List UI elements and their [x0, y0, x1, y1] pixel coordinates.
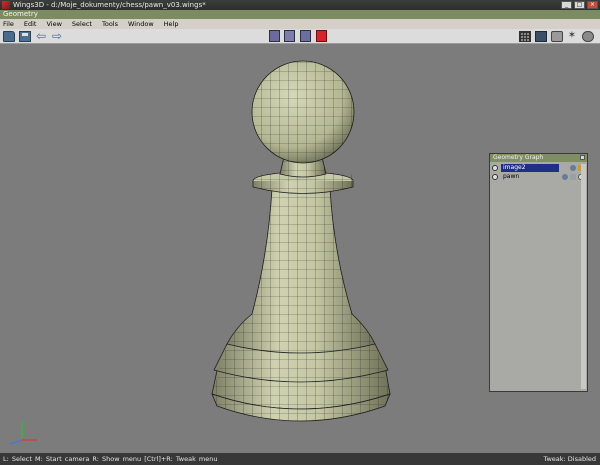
undo-arrow-icon[interactable]: ⇦ [35, 30, 47, 42]
geometry-window-titlebar: Geometry [0, 10, 600, 19]
save-icon[interactable] [19, 31, 31, 42]
menu-bar: File Edit View Select Tools Window Help [0, 19, 600, 29]
maximize-button[interactable]: □ [574, 1, 585, 9]
orthographic-icon[interactable] [582, 31, 594, 42]
window-titlebar: Wings3D - d:/Moje_dokumenty/chess/pawn_v… [0, 0, 600, 10]
face-select-mode-icon[interactable] [300, 30, 311, 42]
perspective-icon[interactable]: ✶ [566, 31, 578, 42]
panel-close-icon[interactable] [580, 155, 585, 160]
status-bar: L: Select M: Start camera R: Show menu [… [0, 453, 600, 465]
mouse-hints: L: Select M: Start camera R: Show menu [… [3, 455, 218, 463]
close-button[interactable]: × [587, 1, 598, 9]
graph-item-pawn[interactable]: pawn [492, 173, 572, 181]
toolbar: ⇦ ⇨ ✶ [0, 29, 600, 44]
menu-view[interactable]: View [43, 19, 68, 29]
geometry-graph-title-text: Geometry Graph [493, 154, 544, 161]
geometry-title: Geometry [3, 10, 38, 18]
lock-icon[interactable] [570, 174, 576, 180]
minimize-button[interactable]: _ [561, 1, 572, 9]
menu-select[interactable]: Select [69, 19, 99, 29]
visibility-eye-icon[interactable] [570, 165, 576, 171]
grid-icon[interactable] [519, 31, 531, 42]
smooth-shading-icon[interactable] [551, 31, 563, 42]
geometry-graph-title[interactable]: Geometry Graph [490, 154, 587, 162]
body-select-mode-icon[interactable] [316, 30, 327, 42]
menu-window[interactable]: Window [125, 19, 161, 29]
object-icon [492, 174, 498, 180]
open-folder-icon[interactable] [3, 31, 15, 42]
menu-help[interactable]: Help [161, 19, 186, 29]
redo-arrow-icon[interactable]: ⇨ [51, 30, 63, 42]
window-title: Wings3D - d:/Moje_dokumenty/chess/pawn_v… [13, 1, 206, 9]
menu-edit[interactable]: Edit [21, 19, 44, 29]
menu-file[interactable]: File [0, 19, 21, 29]
graph-item-image2[interactable]: image2 [492, 164, 572, 172]
graph-item-label: pawn [503, 173, 520, 180]
panel-scrollbar[interactable] [581, 164, 586, 389]
edge-select-mode-icon[interactable] [284, 30, 295, 42]
graph-item-label: image2 [501, 164, 559, 172]
cube-icon[interactable] [535, 31, 547, 42]
app-icon [2, 1, 10, 9]
tweak-status: Tweak: Disabled [543, 455, 596, 463]
geometry-graph-panel: Geometry Graph image2 pawn [489, 153, 588, 392]
vertex-select-mode-icon[interactable] [269, 30, 280, 42]
axis-gizmo-icon [9, 422, 37, 445]
visibility-eye-icon[interactable] [562, 174, 568, 180]
object-icon [492, 165, 498, 171]
menu-tools[interactable]: Tools [99, 19, 125, 29]
